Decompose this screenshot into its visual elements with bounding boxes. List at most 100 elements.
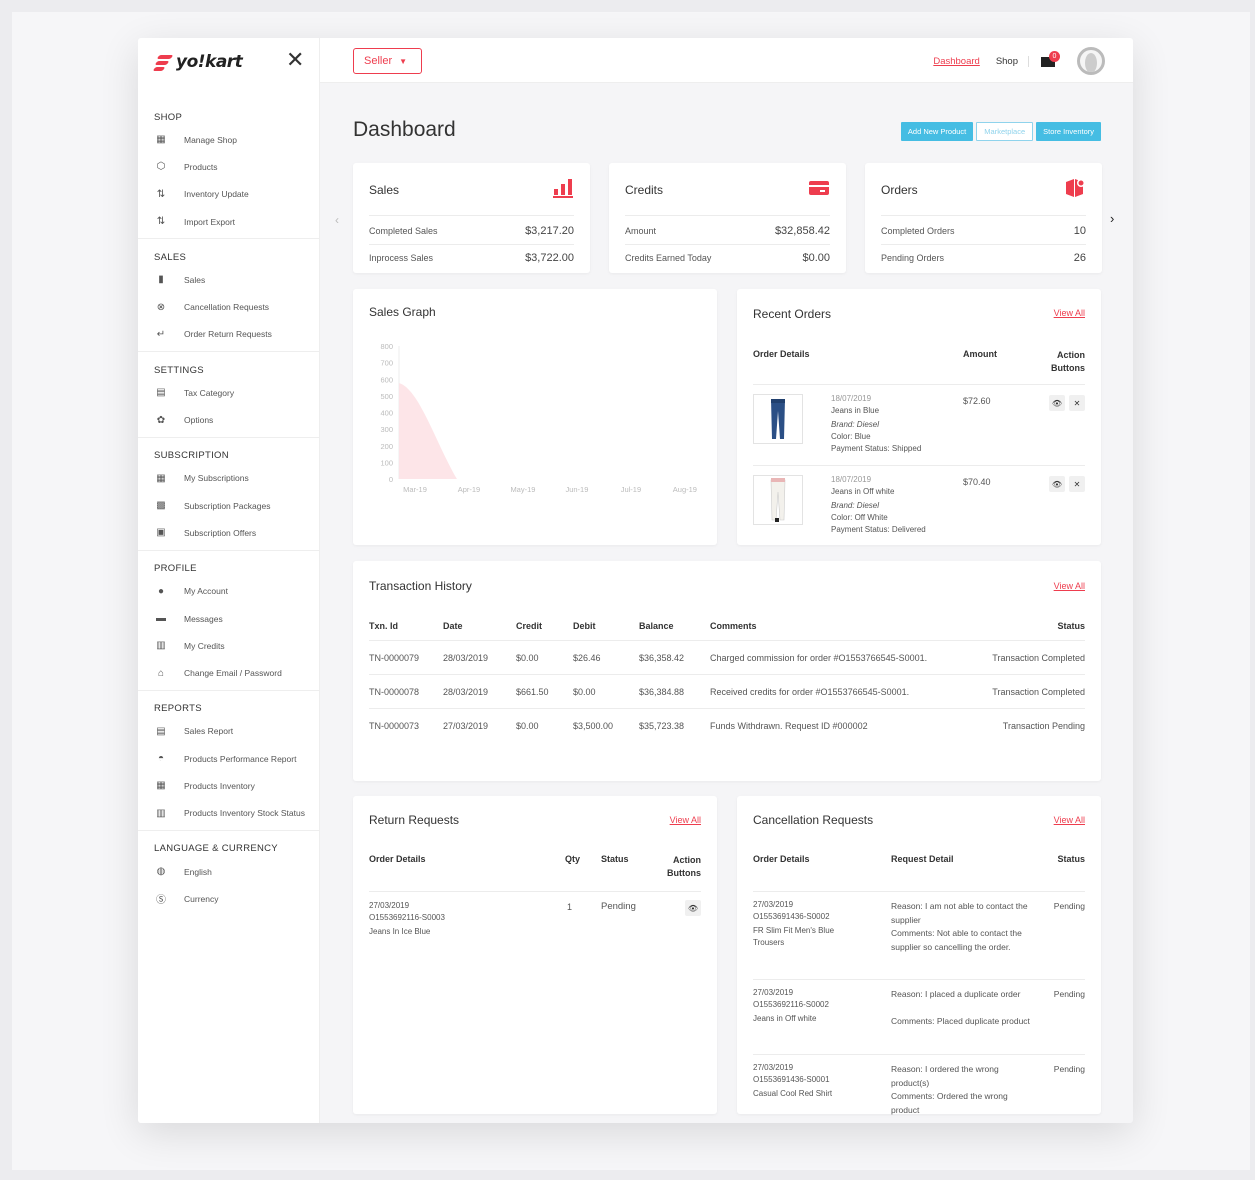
inventory-icon: ⇅	[156, 188, 166, 200]
sidebar-item-label: Products	[184, 161, 218, 172]
carousel-next-icon[interactable]: ›	[1110, 211, 1114, 226]
cancel-date: 27/03/2019	[753, 1063, 794, 1072]
order-brand: Brand: Diesel	[831, 420, 880, 429]
carousel-prev-icon[interactable]: ‹	[335, 213, 339, 227]
sidebar: yo!kart ✕ SHOP ▦ Manage Shop ⬡ Products ⇅ Inve…	[138, 38, 320, 1123]
y-tick-label: 100	[380, 458, 393, 467]
cancel-x-icon[interactable]: ✕	[1069, 476, 1085, 492]
sidebar-item-my-account[interactable]: ● My Account	[138, 578, 320, 605]
sidebar-item-products[interactable]: ⬡ Products	[138, 153, 320, 180]
table-cell: $0.00	[573, 687, 596, 697]
stat-label: Pending Orders	[881, 252, 945, 263]
card-title: Sales	[369, 183, 400, 197]
sidebar-item-sales-report[interactable]: ▤ Sales Report	[138, 718, 320, 745]
dashboard-link[interactable]: Dashboard	[933, 56, 979, 67]
logo[interactable]: yo!kart	[152, 50, 243, 74]
sidebar-item-my-subscriptions[interactable]: ▦ My Subscriptions	[138, 465, 320, 492]
subscription-icon: ▦	[156, 472, 166, 484]
col-header: Status	[601, 854, 629, 864]
sidebar-item-import-export[interactable]: ⇅ Import Export	[138, 208, 320, 235]
view-all-link[interactable]: View All	[670, 815, 701, 825]
sidebar-item-products-performance-report[interactable]: ◓ Products Performance Report	[138, 745, 320, 772]
col-header: Qty	[565, 854, 581, 864]
cancel-date: 27/03/2019	[753, 988, 794, 997]
cancellation-requests-card: Cancellation Requests View All Order Det…	[737, 796, 1101, 1115]
stat-value: 26	[1073, 251, 1086, 264]
stock-status-icon: ▥	[156, 807, 166, 819]
cancel-reason: Reason: I ordered the wrong product(s)	[891, 1064, 999, 1088]
col-header: Order Details	[753, 349, 810, 359]
sidebar-item-currency[interactable]: Ⓢ Currency	[138, 885, 320, 912]
sales-area-series	[399, 382, 457, 479]
view-all-link[interactable]: View All	[1054, 308, 1085, 318]
sidebar-item-inventory-update[interactable]: ⇅ Inventory Update	[138, 181, 320, 208]
sidebar-item-english[interactable]: ◍ English	[138, 858, 320, 885]
chevron-down-icon: ▼	[399, 56, 408, 66]
card-title: Credits	[625, 183, 664, 197]
x-tick-label: Jun-19	[565, 485, 588, 494]
table-cell: Received credits for order #O1553766545-…	[710, 687, 910, 697]
view-all-link[interactable]: View All	[1054, 581, 1085, 591]
stat-label: Completed Orders	[881, 225, 955, 236]
table-cell: TN-0000079	[369, 653, 420, 663]
y-tick-label: 400	[380, 409, 393, 418]
sidebar-item-my-credits[interactable]: ▥ My Credits	[138, 632, 320, 659]
card-title: Return Requests	[369, 813, 460, 827]
table-cell: $36,358.42	[639, 653, 685, 663]
package-icon: ▩	[156, 500, 166, 512]
card-title: Transaction History	[369, 579, 472, 593]
add-new-product-button[interactable]: Add New Product	[900, 122, 974, 141]
return-order-id: O1553692116-S0003	[369, 913, 445, 922]
view-all-link[interactable]: View All	[1054, 815, 1085, 825]
sidebar-item-label: Products Inventory Stock Status	[184, 808, 305, 819]
sales-chart-icon	[553, 179, 573, 198]
cancel-date: 27/03/2019	[753, 900, 794, 909]
col-header: Credit	[516, 621, 543, 631]
sidebar-item-products-inventory[interactable]: ▦ Products Inventory	[138, 772, 320, 799]
sidebar-item-subscription-offers[interactable]: ▣ Subscription Offers	[138, 519, 320, 546]
sidebar-item-products-inventory-stock-status[interactable]: ▥ Products Inventory Stock Status	[138, 800, 320, 827]
sidebar-item-cancellation-requests[interactable]: ⊗ Cancellation Requests	[138, 293, 320, 320]
sidebar-item-subscription-packages[interactable]: ▩ Subscription Packages	[138, 492, 320, 519]
logo-text: yo!kart	[176, 52, 243, 72]
report-icon: ▤	[156, 725, 166, 737]
sidebar-item-manage-shop[interactable]: ▦ Manage Shop	[138, 126, 320, 153]
currency-icon: Ⓢ	[156, 895, 166, 907]
cancel-x-icon[interactable]: ✕	[1069, 395, 1085, 411]
sidebar-item-change-email-password[interactable]: ⌂ Change Email / Password	[138, 659, 320, 686]
table-cell: Funds Withdrawn. Request ID #000002	[710, 721, 868, 731]
product-image[interactable]	[753, 475, 803, 525]
view-eye-icon[interactable]: 👁	[1049, 476, 1065, 492]
stat-value: $3,217.20	[525, 224, 574, 237]
view-eye-icon[interactable]: 👁	[685, 900, 701, 916]
order-date: 18/07/2019	[831, 394, 872, 403]
top-links: Dashboard Shop 0	[933, 47, 1105, 75]
cancel-order-id: O1553692116-S0002	[753, 1000, 829, 1009]
sidebar-item-label: Change Email / Password	[184, 668, 282, 679]
page-title: Dashboard	[353, 118, 456, 141]
table-cell: 28/03/2019	[443, 653, 489, 663]
sidebar-item-options[interactable]: ✿ Options	[138, 406, 320, 433]
orders-box-icon	[1066, 179, 1085, 197]
gear-icon: ✿	[156, 414, 166, 426]
shop-link[interactable]: Shop	[996, 55, 1029, 67]
cancel-product-name: FR Slim Fit Men's Blue Trousers	[753, 926, 835, 947]
stat-row: Completed Orders 10	[881, 217, 1086, 244]
seller-dropdown[interactable]: Seller ▼	[353, 48, 422, 74]
view-eye-icon[interactable]: 👁	[1049, 395, 1065, 411]
close-sidebar-icon[interactable]: ✕	[286, 49, 304, 71]
avatar[interactable]	[1077, 47, 1105, 75]
notification-envelope-icon[interactable]: 0	[1041, 51, 1060, 69]
logo-mark-icon	[152, 52, 174, 72]
store-inventory-button[interactable]: Store Inventory	[1036, 122, 1101, 141]
transaction-history-card: Transaction History View All Txn. Id Dat…	[353, 561, 1101, 781]
import-export-icon: ⇅	[156, 216, 166, 228]
sidebar-item-label: Messages	[184, 613, 223, 624]
marketplace-button[interactable]: Marketplace	[976, 122, 1034, 141]
product-image[interactable]	[753, 394, 803, 444]
sidebar-item-messages[interactable]: ▬ Messages	[138, 605, 320, 632]
sidebar-item-sales[interactable]: ▮ Sales	[138, 266, 320, 293]
sidebar-item-label: Cancellation Requests	[184, 302, 270, 313]
sidebar-item-order-return-requests[interactable]: ↵ Order Return Requests	[138, 321, 320, 348]
sidebar-item-tax-category[interactable]: ▤ Tax Category	[138, 379, 320, 406]
